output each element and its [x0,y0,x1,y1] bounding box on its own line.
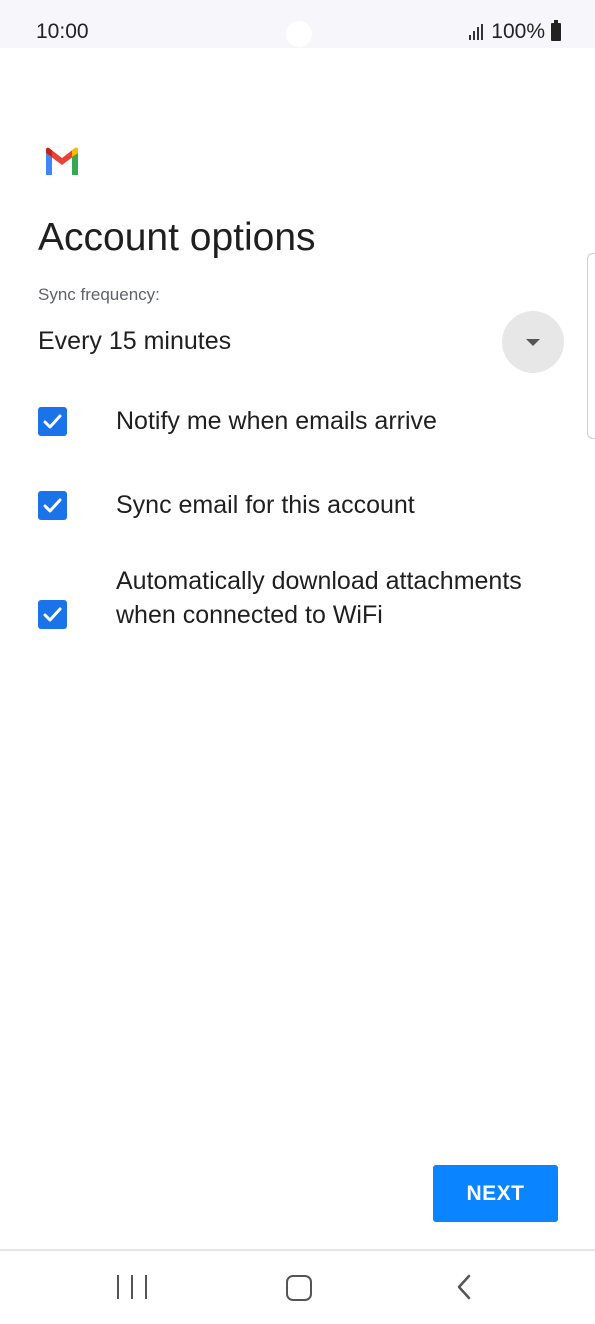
sync-email-label: Sync email for this account [116,491,415,519]
sync-email-checkbox[interactable] [38,491,67,520]
battery-icon [551,20,561,41]
scroll-indicator [587,253,595,439]
notify-checkbox[interactable] [38,407,67,436]
page-title: Account options [38,216,316,259]
auto-download-label: Automatically download attachments when … [116,567,522,629]
checkmark-icon [43,607,62,622]
sync-frequency-dropdown[interactable] [502,311,564,373]
camera-notch [286,21,312,47]
notify-label: Notify me when emails arrive [116,407,437,435]
sync-frequency-label: Sync frequency: [38,285,160,304]
recents-icon[interactable] [117,1275,147,1301]
checkmark-icon [43,498,62,513]
chevron-down-icon [526,338,540,346]
checkmark-icon [43,414,62,429]
status-time: 10:00 [36,20,89,43]
signal-icon [469,24,484,40]
battery-percent: 100% [491,20,545,43]
back-icon[interactable] [453,1271,477,1303]
home-icon[interactable] [286,1275,312,1301]
navigation-bar [0,1251,595,1324]
sync-frequency-value[interactable]: Every 15 minutes [38,327,231,356]
auto-download-checkbox[interactable] [38,600,67,629]
next-button[interactable]: NEXT [433,1165,558,1222]
status-bar: 10:00 100% [0,0,595,48]
status-indicators: 100% [469,20,561,44]
gmail-logo [44,147,80,175]
